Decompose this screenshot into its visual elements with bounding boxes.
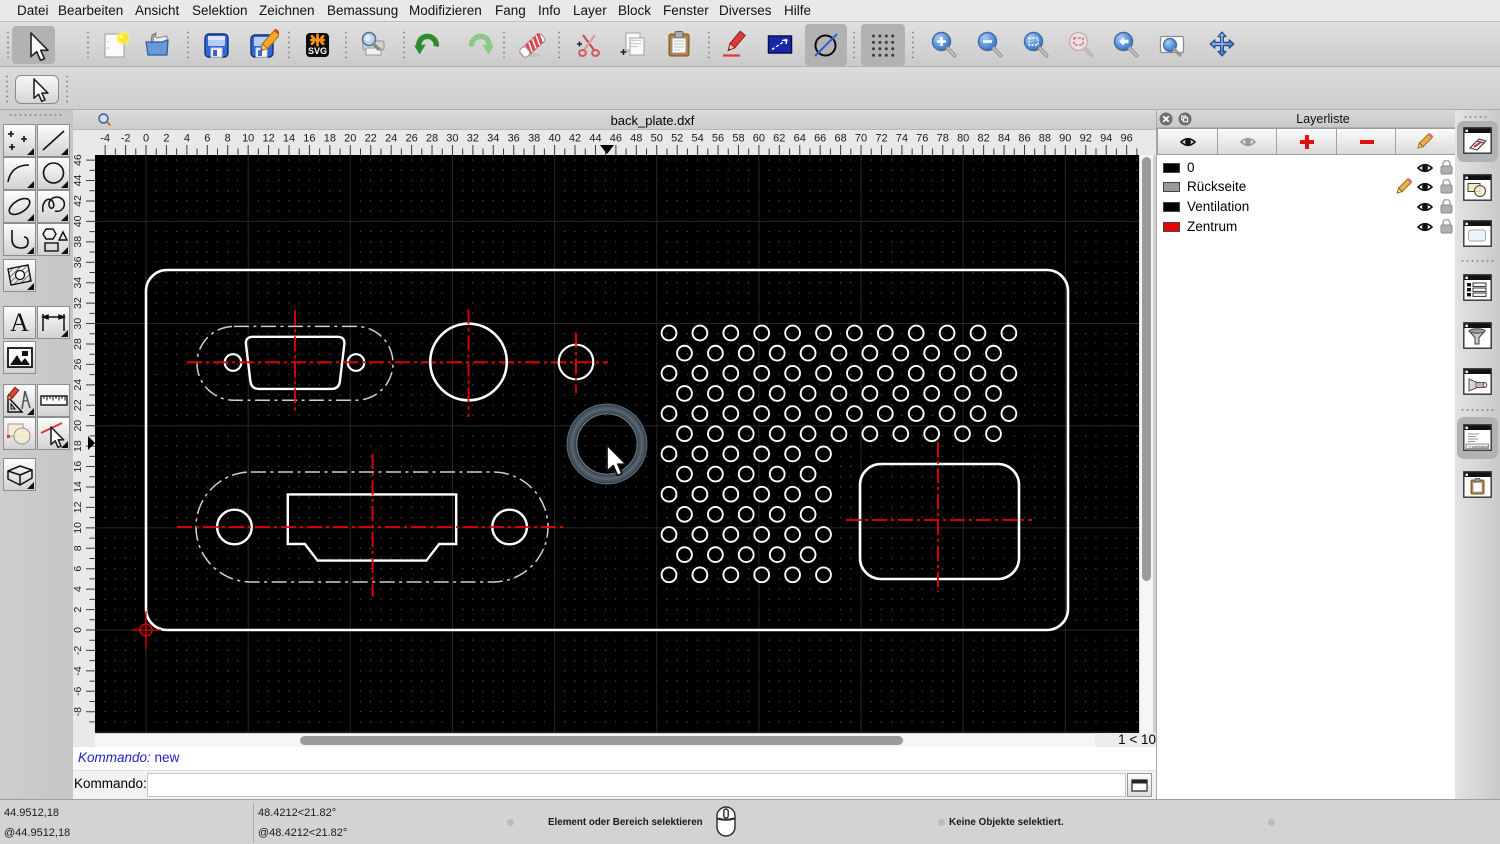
- svg-text:74: 74: [896, 133, 908, 145]
- svg-text:-2: -2: [73, 646, 84, 655]
- svg-text:24: 24: [73, 379, 84, 391]
- svg-text:34: 34: [73, 277, 84, 289]
- svg-text:88: 88: [1039, 133, 1051, 145]
- svg-text:A: A: [10, 308, 29, 337]
- svg-text:46: 46: [73, 154, 84, 166]
- svg-text:86: 86: [1018, 133, 1030, 145]
- svg-text:64: 64: [794, 133, 806, 145]
- svg-text:60: 60: [753, 133, 765, 145]
- svg-text:24: 24: [385, 133, 397, 145]
- svg-text:-4: -4: [100, 133, 110, 145]
- svg-text:28: 28: [73, 338, 84, 350]
- svg-text:72: 72: [875, 133, 887, 145]
- svg-text:20: 20: [73, 420, 84, 432]
- svg-text:40: 40: [548, 133, 560, 145]
- svg-text:-8: -8: [73, 707, 84, 716]
- svg-text:8: 8: [225, 133, 231, 145]
- svg-text:-4: -4: [73, 666, 84, 675]
- svg-text:-2: -2: [121, 133, 131, 145]
- svg-text:44: 44: [589, 133, 601, 145]
- svg-text:16: 16: [73, 461, 84, 473]
- svg-text:14: 14: [73, 481, 84, 493]
- svg-text:84: 84: [998, 133, 1010, 145]
- svg-text:< command: < command: [1469, 444, 1488, 448]
- svg-text:0: 0: [143, 133, 149, 145]
- svg-text:30: 30: [73, 318, 84, 330]
- svg-text:6: 6: [204, 133, 210, 145]
- svg-text:18: 18: [73, 440, 84, 452]
- svg-text:2: 2: [163, 133, 169, 145]
- svg-text:34: 34: [487, 133, 499, 145]
- svg-text:12: 12: [262, 133, 274, 145]
- svg-text:56: 56: [712, 133, 724, 145]
- svg-text:90: 90: [1059, 133, 1071, 145]
- svg-text:2: 2: [73, 607, 84, 613]
- svg-text:SVG: SVG: [308, 46, 327, 56]
- svg-text:68: 68: [834, 133, 846, 145]
- svg-text:8: 8: [73, 545, 84, 551]
- svg-text:42: 42: [73, 195, 84, 207]
- svg-text:16: 16: [303, 133, 315, 145]
- svg-text:62: 62: [773, 133, 785, 145]
- svg-text:14: 14: [283, 133, 295, 145]
- svg-text:10: 10: [73, 522, 84, 534]
- svg-text:36: 36: [73, 256, 84, 268]
- svg-text:30: 30: [446, 133, 458, 145]
- svg-text:58: 58: [732, 133, 744, 145]
- svg-text:12: 12: [73, 501, 84, 513]
- svg-text:36: 36: [508, 133, 520, 145]
- svg-text:76: 76: [916, 133, 928, 145]
- svg-text:44: 44: [73, 175, 84, 187]
- svg-text:28: 28: [426, 133, 438, 145]
- svg-text:70: 70: [855, 133, 867, 145]
- svg-text:38: 38: [528, 133, 540, 145]
- svg-text:32: 32: [467, 133, 479, 145]
- svg-text:96: 96: [1120, 133, 1132, 145]
- svg-text:94: 94: [1100, 133, 1112, 145]
- svg-text:4: 4: [73, 586, 84, 592]
- svg-text:-6: -6: [73, 686, 84, 695]
- svg-text:40: 40: [73, 215, 84, 227]
- svg-text:26: 26: [405, 133, 417, 145]
- svg-text:20: 20: [344, 133, 356, 145]
- svg-text:42: 42: [569, 133, 581, 145]
- svg-text:82: 82: [977, 133, 989, 145]
- svg-text:48: 48: [630, 133, 642, 145]
- svg-text:0: 0: [73, 627, 84, 633]
- svg-text:6: 6: [73, 566, 84, 572]
- svg-text:4: 4: [184, 133, 190, 145]
- svg-text:52: 52: [671, 133, 683, 145]
- svg-text:92: 92: [1080, 133, 1092, 145]
- svg-text:80: 80: [957, 133, 969, 145]
- svg-text:38: 38: [73, 236, 84, 248]
- svg-text:66: 66: [814, 133, 826, 145]
- svg-text:46: 46: [610, 133, 622, 145]
- svg-text:50: 50: [651, 133, 663, 145]
- svg-text:18: 18: [324, 133, 336, 145]
- svg-text:22: 22: [365, 133, 377, 145]
- svg-text:54: 54: [691, 133, 703, 145]
- svg-text:22: 22: [73, 399, 84, 411]
- svg-text:26: 26: [73, 358, 84, 370]
- svg-text:32: 32: [73, 297, 84, 309]
- svg-text:10: 10: [242, 133, 254, 145]
- svg-text:78: 78: [937, 133, 949, 145]
